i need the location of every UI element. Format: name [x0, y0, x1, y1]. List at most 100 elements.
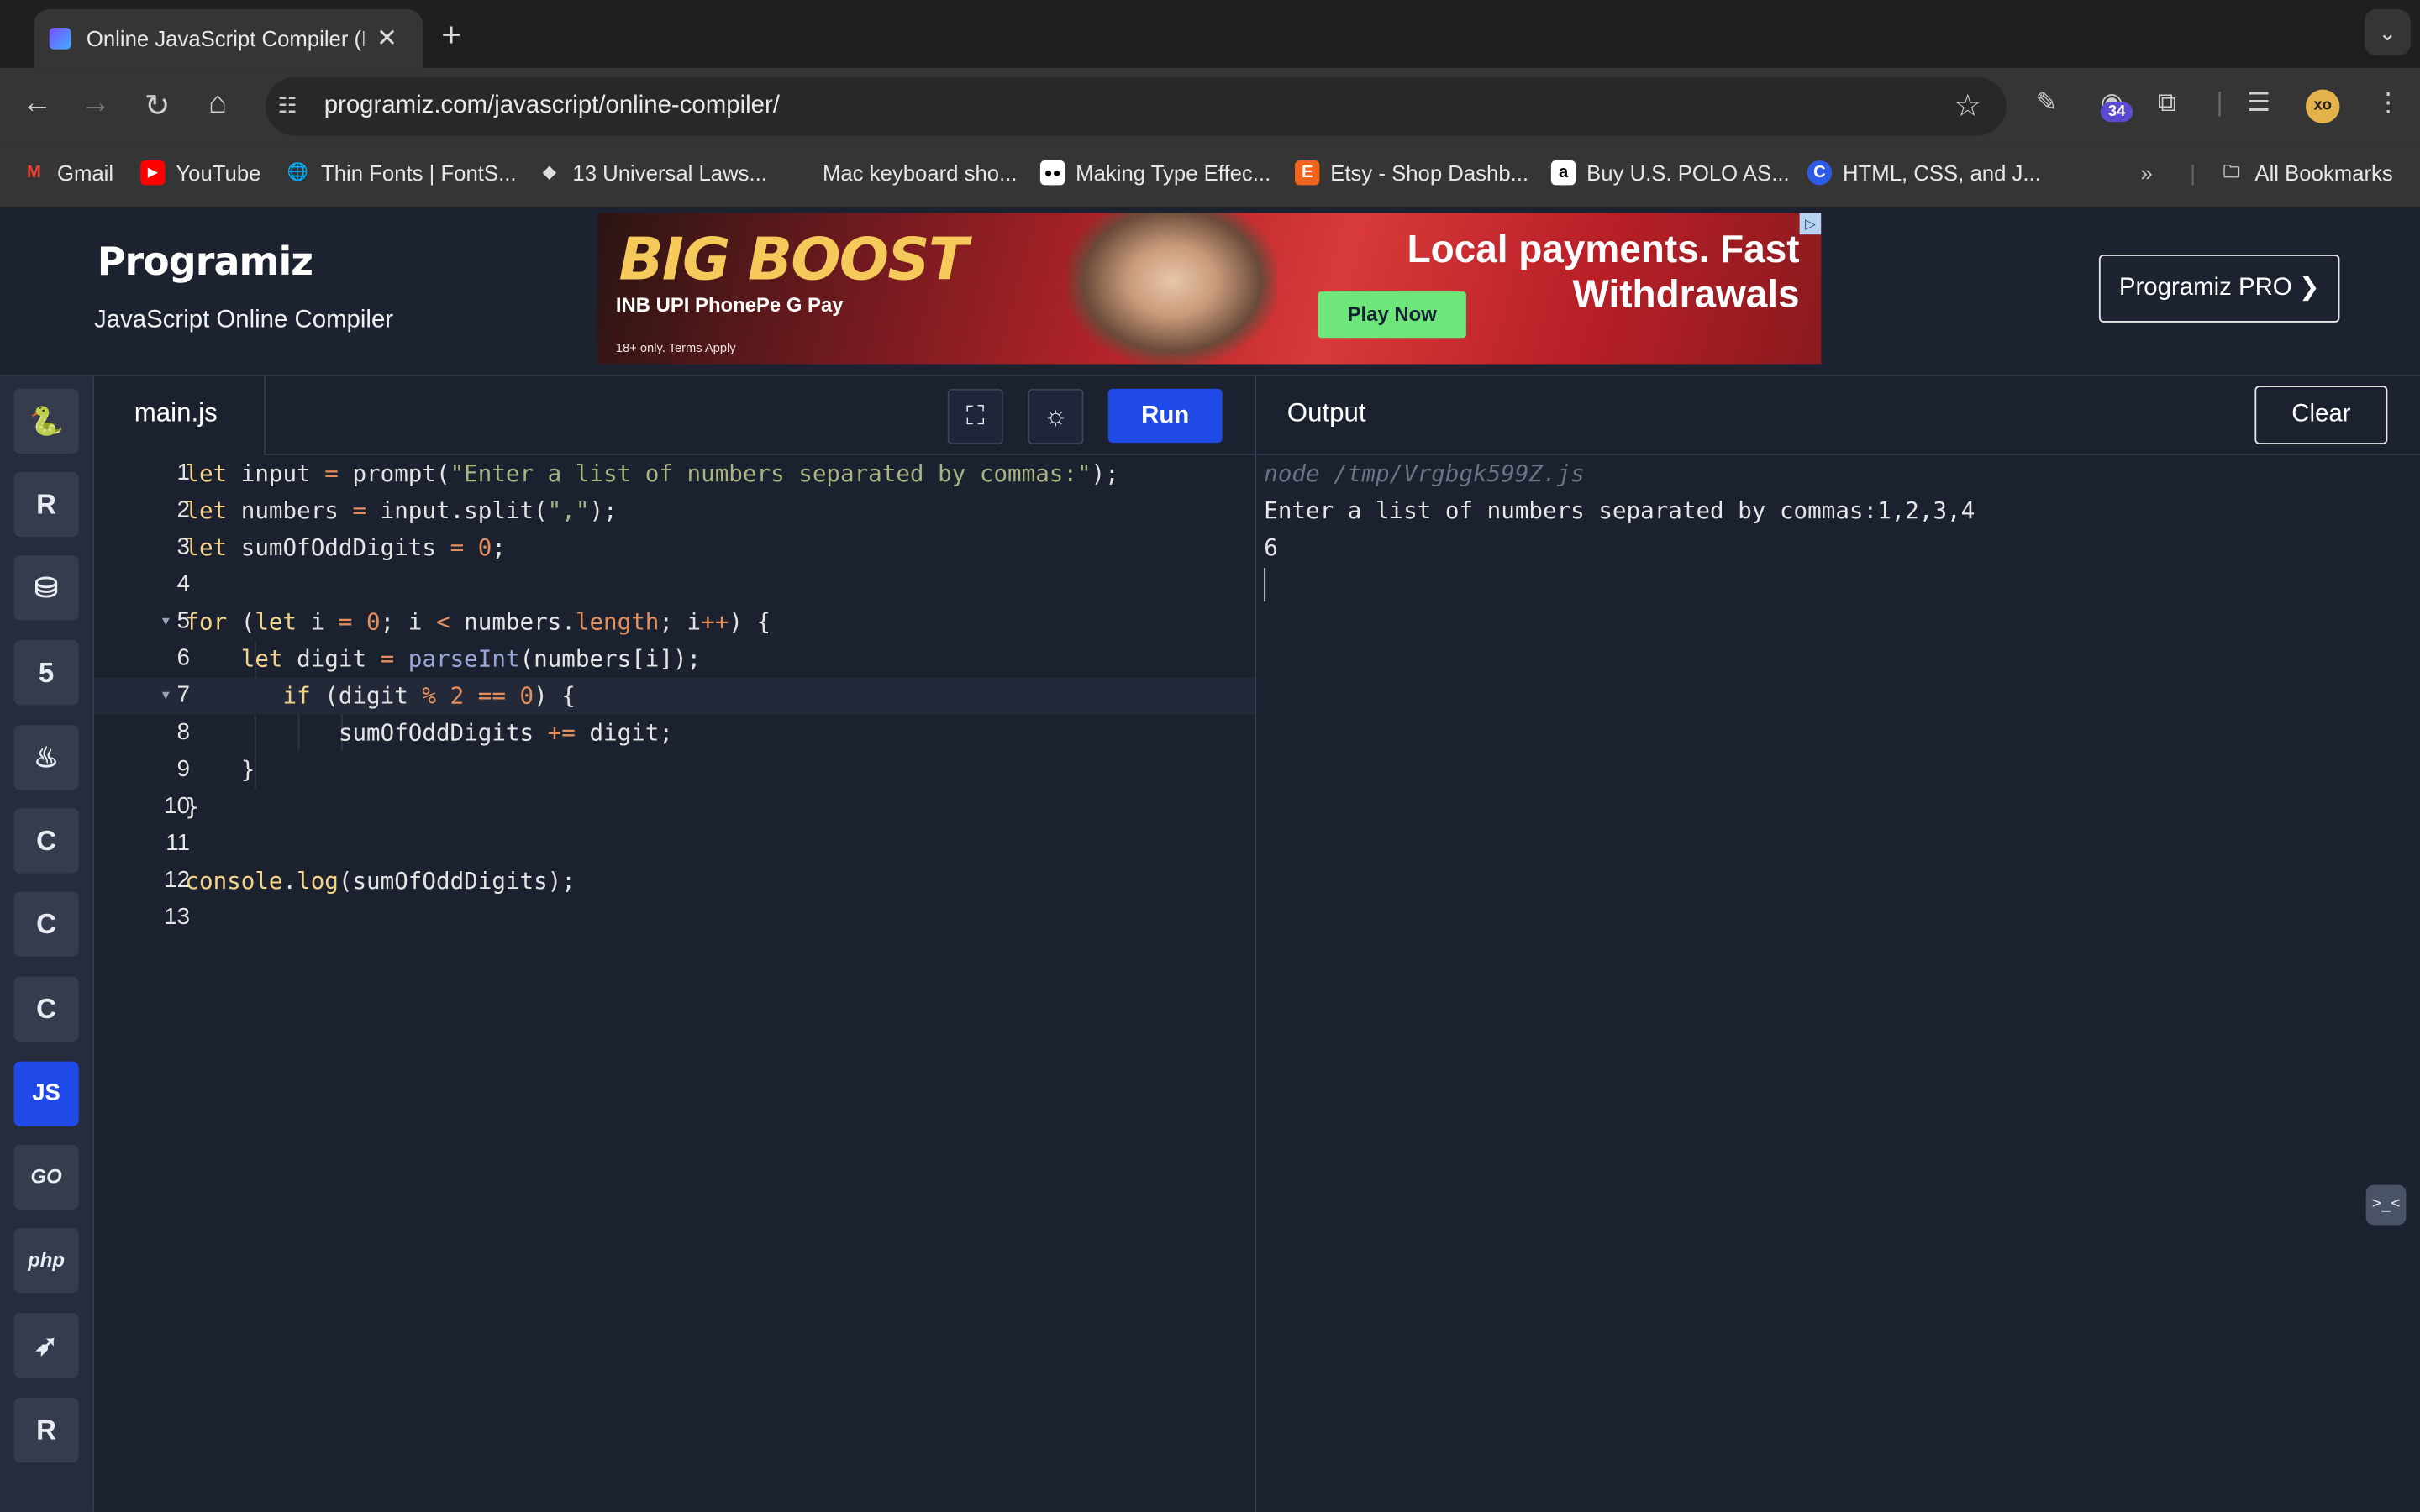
line-code: let input = prompt("Enter a list of numb…: [185, 459, 1119, 488]
line-number: 11: [166, 830, 190, 857]
fold-arrow-icon[interactable]: ▼: [162, 677, 170, 714]
ad-play-now-button[interactable]: Play Now: [1318, 291, 1466, 339]
profile-avatar[interactable]: xo: [2306, 89, 2340, 123]
line-code: let numbers = input.split(",");: [185, 496, 618, 525]
chrome-menu-icon[interactable]: ⋮: [2375, 88, 2402, 119]
python-icon[interactable]: 🐍: [13, 388, 79, 454]
browser-tab[interactable]: Online JavaScript Compiler (E ✕: [34, 9, 424, 68]
bookmark-us-polo[interactable]: a Buy U.S. POLO AS...: [1550, 160, 1790, 186]
bookmark-mac-keyboard[interactable]: Mac keyboard sho...: [787, 160, 1018, 185]
bookmark-thin-fonts[interactable]: 🌐 Thin Fonts | FontS...: [286, 160, 517, 185]
bookmark-etsy[interactable]: E Etsy - Shop Dashb...: [1294, 160, 1529, 186]
fullscreen-icon[interactable]: ⛶: [947, 388, 1003, 444]
cpp-icon[interactable]: C: [13, 891, 79, 957]
c-icon[interactable]: C: [13, 808, 79, 874]
code-line: 3 let sumOfOddDigits = 0;: [94, 529, 1255, 566]
html-icon[interactable]: 5: [13, 640, 79, 706]
output-input-cursor[interactable]: [1264, 567, 1266, 602]
bookmark-universal-laws[interactable]: ◆ 13 Universal Laws...: [537, 160, 767, 185]
panel-divider[interactable]: [1255, 376, 1257, 1512]
php-icon[interactable]: php: [13, 1228, 79, 1294]
more-bookmarks-icon[interactable]: »: [2141, 160, 2153, 185]
line-code: }: [185, 793, 199, 822]
line-code: let digit = parseInt(numbers[i]);: [240, 644, 702, 673]
gmail-icon: M: [26, 163, 41, 182]
eyedropper-extension-icon[interactable]: ✎: [2036, 88, 2058, 119]
medium-icon: ●●: [1039, 160, 1065, 186]
toolbar-divider: |: [2216, 87, 2223, 118]
code-line: 9 }: [94, 751, 1255, 788]
run-button[interactable]: Run: [1107, 388, 1223, 444]
all-bookmarks-label: All Bookmarks: [2254, 160, 2393, 186]
tab-search-icon[interactable]: ⌄: [2364, 9, 2411, 56]
home-icon[interactable]: ⌂: [197, 87, 238, 122]
reload-icon[interactable]: ↻: [137, 87, 177, 125]
extension-badge: 34: [2100, 102, 2133, 123]
bookmark-label: Thin Fonts | FontS...: [321, 160, 517, 186]
page-subtitle: JavaScript Online Compiler: [94, 307, 394, 333]
back-icon[interactable]: ←: [17, 87, 57, 122]
ad-brand: BIG BOOST: [618, 225, 969, 293]
swift-icon[interactable]: ➶: [13, 1313, 79, 1378]
output-header: [1256, 376, 2420, 455]
java-icon[interactable]: ♨: [13, 725, 79, 790]
address-bar[interactable]: ☷ programiz.com/javascript/online-compil…: [265, 76, 2007, 136]
js-icon[interactable]: JS: [13, 1061, 79, 1126]
line-code: sumOfOddDigits += digit;: [185, 718, 673, 747]
bookmark-label: Etsy - Shop Dashb...: [1330, 160, 1529, 186]
programiz-pro-button[interactable]: Programiz PRO ❯: [2098, 255, 2340, 323]
site-settings-icon[interactable]: ☷: [278, 92, 306, 120]
programiz-logo[interactable]: Programiz: [97, 239, 313, 284]
file-tab-label: main.js: [134, 397, 218, 428]
ad-headline-line-1: Local payments. Fast: [1407, 228, 1800, 272]
r-icon[interactable]: R: [13, 472, 79, 538]
extensions-puzzle-icon[interactable]: ⧉: [2158, 88, 2176, 119]
rust-icon[interactable]: R: [13, 1398, 79, 1463]
bookmark-youtube[interactable]: ▶ YouTube: [140, 160, 261, 186]
all-bookmarks-button[interactable]: 🗀 All Bookmarks: [2219, 160, 2393, 185]
line-number: 9: [176, 755, 190, 783]
line-code: let sumOfOddDigits = 0;: [185, 533, 506, 562]
code-line: 13: [94, 900, 1255, 937]
assistant-widget-icon[interactable]: >_<: [2365, 1184, 2407, 1226]
file-tab-main-js[interactable]: main.js: [94, 376, 266, 455]
line-number: 12: [164, 867, 190, 894]
adchoices-icon[interactable]: ▷: [1799, 213, 1822, 235]
amazon-icon: a: [1550, 160, 1576, 186]
code-line: 11: [94, 826, 1255, 863]
fold-arrow-icon[interactable]: ▼: [162, 603, 170, 640]
code-line: 4: [94, 566, 1255, 603]
output-line: Enter a list of numbers separated by com…: [1264, 496, 1975, 525]
url-text: programiz.com/javascript/online-compiler…: [324, 92, 780, 119]
bookmark-gmail[interactable]: M Gmail: [22, 160, 113, 185]
bookmark-html-css[interactable]: C HTML, CSS, and J...: [1807, 160, 2041, 186]
media-control-icon[interactable]: ☰: [2247, 88, 2270, 119]
line-number: 1: [176, 459, 190, 486]
code-line: 1 let input = prompt("Enter a list of num…: [94, 455, 1255, 492]
line-number: 3: [176, 533, 190, 560]
code-line: 8 sumOfOddDigits += digit;: [94, 714, 1255, 751]
bookmark-label: YouTube: [176, 160, 261, 186]
sql-icon[interactable]: ⛁: [13, 555, 79, 621]
coursera-icon: C: [1807, 160, 1833, 186]
language-sidebar: 🐍 R ⛁ 5 ♨ C C C JS GO php ➶ R: [0, 376, 95, 1512]
advertisement-banner[interactable]: BIG BOOST INB UPI PhonePe G Pay 18+ only…: [597, 213, 1822, 365]
go-icon[interactable]: GO: [13, 1144, 79, 1210]
new-tab-button[interactable]: +: [441, 15, 461, 55]
globe-icon: 🌐: [287, 163, 309, 182]
clear-button[interactable]: Clear: [2254, 386, 2388, 444]
forward-icon[interactable]: →: [76, 87, 116, 122]
code-line-active: 7 ▼ if (digit % 2 == 0) {: [94, 677, 1255, 715]
bookmark-label: Buy U.S. POLO AS...: [1586, 160, 1790, 186]
bookmark-star-icon[interactable]: ☆: [1954, 87, 1981, 125]
bookmark-label: Gmail: [56, 160, 114, 186]
theme-toggle-icon[interactable]: ☼: [1028, 388, 1084, 444]
code-editor[interactable]: 1 let input = prompt("Enter a list of num…: [94, 454, 1255, 1512]
bookmarks-divider: |: [2190, 160, 2196, 186]
bookmark-label: Mac keyboard sho...: [822, 160, 1018, 186]
line-number: 4: [176, 570, 190, 597]
csharp-icon[interactable]: C: [13, 976, 79, 1042]
folder-icon: 🗀: [2223, 163, 2240, 182]
bookmark-type-effects[interactable]: ●● Making Type Effec...: [1039, 160, 1270, 186]
close-tab-icon[interactable]: ✕: [376, 24, 397, 55]
